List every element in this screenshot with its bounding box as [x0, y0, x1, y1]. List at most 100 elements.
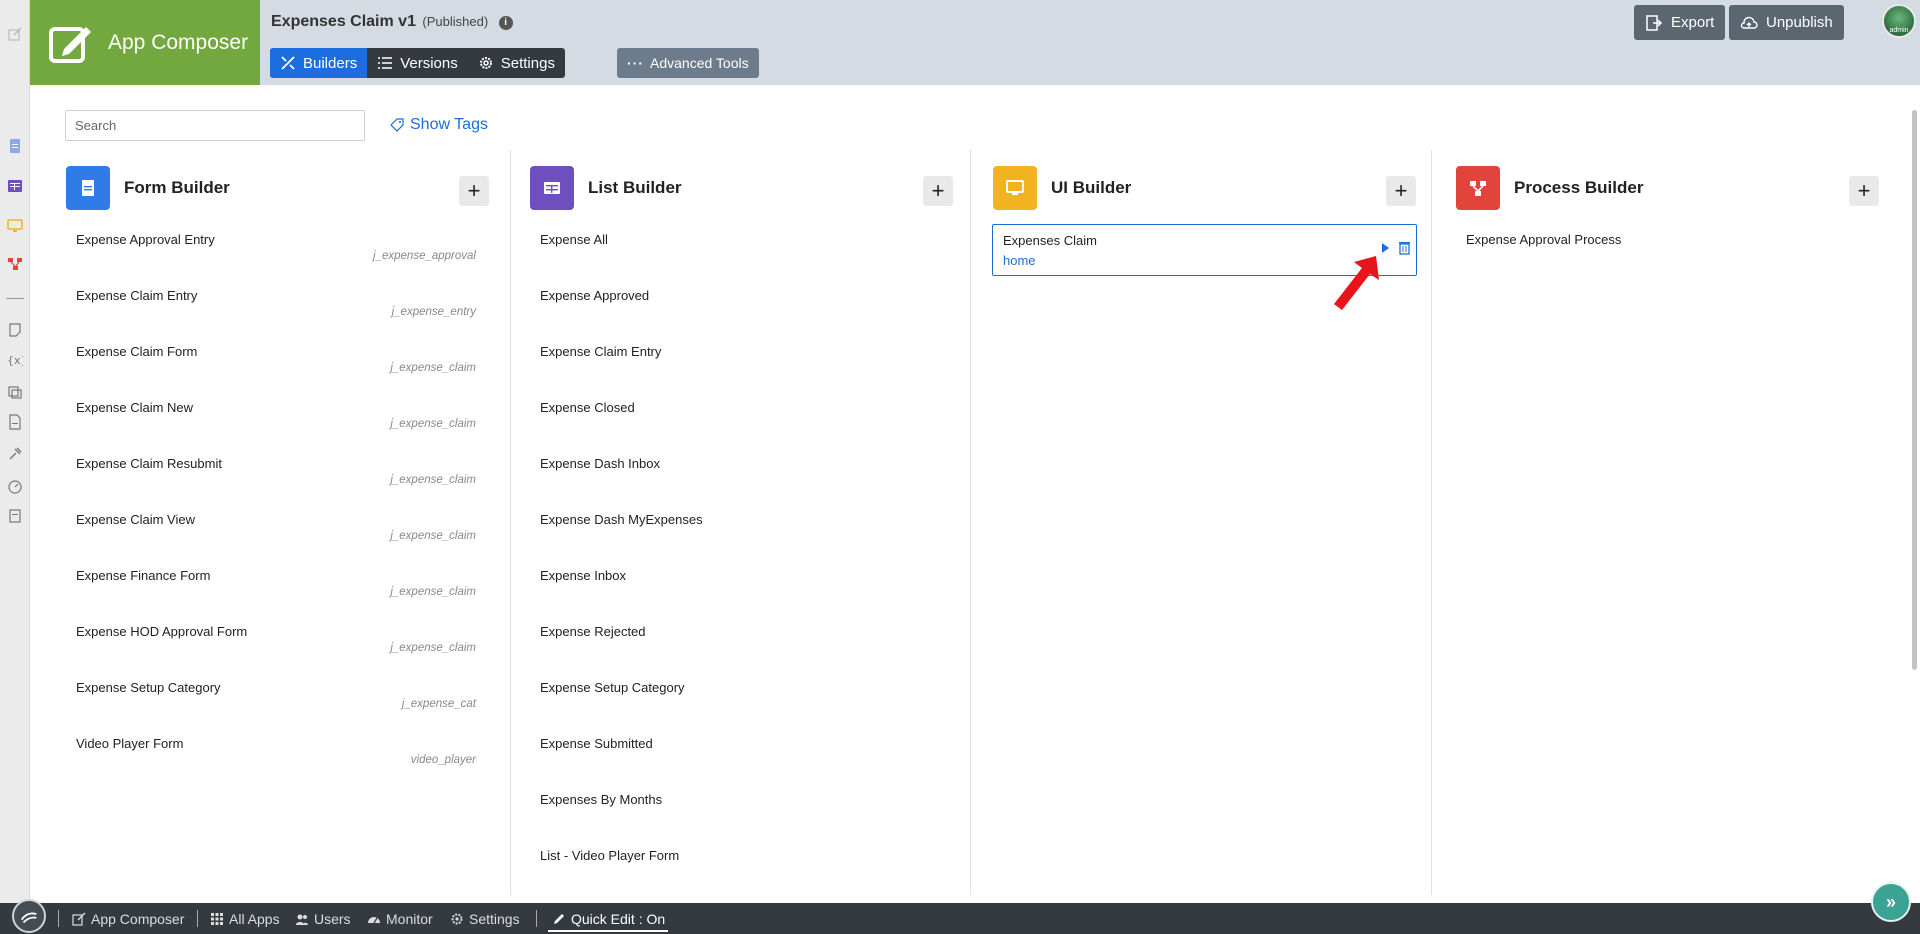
footer-settings[interactable]: Settings	[450, 911, 520, 927]
item-name: Expense Approved	[540, 288, 650, 303]
log-icon[interactable]	[7, 508, 23, 524]
list-item[interactable]: Expense Dash MyExpenses	[540, 512, 940, 568]
app-title-text: Expenses Claim v1	[271, 13, 416, 30]
item-name: Expense Claim View	[76, 512, 195, 527]
list-item[interactable]: Video Player Form video_player	[76, 736, 476, 792]
edit-icon[interactable]	[7, 26, 23, 42]
list-item[interactable]: List - Video Player Form	[540, 848, 940, 904]
item-name: Expense Dash MyExpenses	[540, 512, 703, 527]
footer-divider	[58, 910, 59, 927]
item-table: j_expense_claim	[390, 642, 476, 654]
builder-nav-tabs: Builders Versions Settings	[270, 48, 565, 78]
list-builder-rail-icon[interactable]	[7, 178, 23, 194]
tab-versions[interactable]: Versions	[367, 48, 468, 78]
list-item[interactable]: Expense HOD Approval Form j_expense_claim	[76, 624, 476, 680]
note-icon[interactable]	[7, 322, 23, 338]
list-item[interactable]: Expense All	[540, 232, 940, 288]
footer-users[interactable]: Users	[295, 911, 351, 927]
list-icon	[378, 57, 393, 69]
footer-users-label: Users	[314, 911, 351, 927]
list-item[interactable]: Expense Claim Resubmit j_expense_claim	[76, 456, 476, 512]
joget-logo-icon[interactable]	[12, 899, 46, 933]
tab-builders[interactable]: Builders	[270, 48, 368, 78]
item-name: Expense All	[540, 232, 608, 247]
item-table: j_expense_claim	[390, 474, 476, 486]
advanced-tools-button[interactable]: ··· Advanced Tools	[617, 48, 759, 78]
composer-logo-icon	[49, 26, 91, 63]
quick-edit-indicator	[548, 930, 668, 932]
add-process-button[interactable]: +	[1849, 176, 1879, 206]
footer-divider	[536, 910, 537, 927]
list-item[interactable]: Expense Claim View j_expense_claim	[76, 512, 476, 568]
form-builder-rail-icon[interactable]	[7, 138, 23, 154]
left-rail: {x}	[0, 0, 30, 903]
avatar[interactable]: admin	[1882, 4, 1916, 38]
tab-settings[interactable]: Settings	[468, 48, 565, 78]
item-name: Expense Inbox	[540, 568, 627, 583]
info-icon[interactable]: i	[498, 16, 513, 30]
app-status: (Published)	[422, 14, 489, 29]
scrollbar[interactable]	[1912, 110, 1917, 670]
expand-panel-button[interactable]: »	[1871, 882, 1911, 922]
resources-icon[interactable]	[7, 384, 23, 400]
export-label: Export	[1671, 14, 1715, 31]
avatar-text: admin	[1889, 27, 1909, 34]
unpublish-button[interactable]: Unpublish	[1729, 5, 1844, 40]
list-item[interactable]: Expense Claim Form j_expense_claim	[76, 344, 476, 400]
item-name: Expense Rejected	[540, 624, 646, 639]
brand-name: App Composer	[108, 30, 249, 54]
run-icon[interactable]	[1382, 243, 1389, 253]
item-name: Expense Setup Category	[540, 680, 685, 695]
item-name: Expense Claim New	[76, 400, 194, 415]
list-item[interactable]: Expense Finance Form j_expense_claim	[76, 568, 476, 624]
list-item[interactable]: Expense Approval Process	[1466, 232, 1866, 288]
list-item[interactable]: Expenses By Months	[540, 792, 940, 848]
footer-app-composer-label: App Composer	[91, 911, 185, 927]
add-list-button[interactable]: +	[923, 176, 953, 206]
performance-icon[interactable]	[7, 478, 23, 494]
process-builder-rail-icon[interactable]	[7, 256, 23, 272]
search-input[interactable]	[65, 110, 365, 141]
footer-monitor[interactable]: Monitor	[367, 911, 433, 927]
list-item[interactable]: Expense Closed	[540, 400, 940, 456]
list-item[interactable]: Expense Claim Entry j_expense_entry	[76, 288, 476, 344]
list-item[interactable]: Expense Claim New j_expense_claim	[76, 400, 476, 456]
list-item[interactable]: Expense Setup Category	[540, 680, 940, 736]
add-form-button[interactable]: +	[459, 176, 489, 206]
ui-builder-rail-icon[interactable]	[7, 218, 23, 234]
form-builder-title: Form Builder	[124, 178, 230, 197]
variable-icon[interactable]: {x}	[7, 352, 23, 368]
ui-builder-title: UI Builder	[1051, 178, 1132, 197]
column-divider	[970, 150, 971, 895]
list-item[interactable]: Expense Submitted	[540, 736, 940, 792]
list-item[interactable]: Expense Claim Entry	[540, 344, 940, 400]
list-item[interactable]: Expense Rejected	[540, 624, 940, 680]
rail-divider	[6, 298, 24, 299]
export-icon	[1646, 14, 1663, 31]
trash-icon[interactable]	[1399, 241, 1410, 255]
footer-app-composer[interactable]: App Composer	[72, 911, 184, 927]
app-composer-brand[interactable]: App Composer	[30, 0, 260, 85]
ui-card-home-link[interactable]: home	[1003, 253, 1036, 268]
footer-bar: App Composer All Apps Users Monitor Sett…	[0, 899, 1920, 934]
list-item[interactable]: Expense Setup Category j_expense_cat	[76, 680, 476, 736]
footer-all-apps[interactable]: All Apps	[210, 911, 280, 927]
list-builder-icon	[530, 166, 574, 210]
item-table: j_expense_claim	[390, 418, 476, 430]
footer-quick-edit[interactable]: Quick Edit : On	[552, 911, 665, 927]
plugin-icon[interactable]	[7, 446, 23, 462]
show-tags-link[interactable]: Show Tags	[390, 116, 488, 134]
list-builder-header: List Builder	[530, 166, 682, 210]
list-item[interactable]: Expense Dash Inbox	[540, 456, 940, 512]
export-button[interactable]: Export	[1634, 5, 1726, 40]
item-name: Expense Submitted	[540, 736, 653, 751]
file-icon[interactable]	[7, 414, 23, 430]
list-item[interactable]: Expense Inbox	[540, 568, 940, 624]
list-item[interactable]: Expense Approval Entry j_expense_approval	[76, 232, 476, 288]
list-item[interactable]: Expense Approved	[540, 288, 940, 344]
form-builder-icon	[66, 166, 110, 210]
process-builder-column: Process Builder + Expense Approval Proce…	[1456, 150, 1880, 895]
tab-builders-label: Builders	[303, 54, 358, 72]
add-ui-button[interactable]: +	[1386, 176, 1416, 206]
item-table: j_expense_entry	[391, 306, 476, 318]
